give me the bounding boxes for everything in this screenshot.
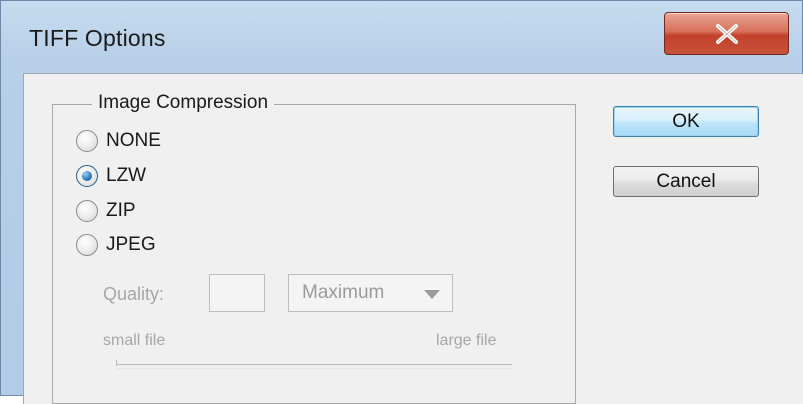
quality-input[interactable]: [209, 274, 265, 312]
dialog-title: TIFF Options: [29, 25, 166, 51]
quality-preset-dropdown[interactable]: Maximum: [288, 274, 453, 312]
radio-none-button[interactable]: [76, 130, 98, 152]
image-compression-label: Image Compression: [92, 92, 275, 114]
chevron-down-icon: [424, 290, 440, 299]
radio-zip-label: ZIP: [106, 200, 136, 221]
radio-lzw[interactable]: LZW: [76, 162, 146, 190]
radio-zip[interactable]: ZIP: [76, 197, 136, 225]
radio-zip-button[interactable]: [76, 200, 98, 222]
small-file-label: small file: [103, 332, 166, 349]
close-x-icon: [712, 23, 742, 45]
cancel-button[interactable]: Cancel: [613, 166, 759, 197]
radio-none[interactable]: NONE: [76, 127, 161, 155]
ok-button[interactable]: OK: [613, 106, 759, 137]
dialog-window: TIFF Options Image Compression NONE LZW …: [0, 0, 803, 404]
quality-preset-value: Maximum: [302, 282, 385, 303]
quality-slider[interactable]: [116, 364, 512, 369]
radio-none-label: NONE: [106, 130, 161, 151]
dialog-body: Image Compression NONE LZW ZIP JPEG Qual…: [23, 73, 803, 404]
close-button[interactable]: [664, 12, 789, 55]
quality-label: Quality:: [103, 284, 165, 304]
radio-lzw-button[interactable]: [76, 165, 98, 187]
radio-jpeg[interactable]: JPEG: [76, 231, 156, 259]
large-file-label: large file: [436, 332, 497, 349]
radio-jpeg-label: JPEG: [106, 234, 156, 255]
radio-lzw-label: LZW: [106, 165, 147, 186]
radio-jpeg-button[interactable]: [76, 234, 98, 256]
